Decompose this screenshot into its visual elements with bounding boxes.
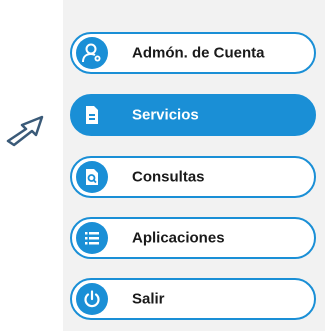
menu-item-applications[interactable]: Aplicaciones xyxy=(70,217,316,259)
menu-item-label: Salir xyxy=(132,290,165,308)
search-icon xyxy=(76,161,108,193)
menu-item-queries[interactable]: Consultas xyxy=(70,156,316,198)
menu-item-label: Servicios xyxy=(132,106,199,124)
document-icon xyxy=(76,99,108,131)
menu-item-label: Consultas xyxy=(132,168,205,186)
account-admin-icon xyxy=(76,37,108,69)
menu-item-label: Admón. de Cuenta xyxy=(132,44,265,62)
menu-item-logout[interactable]: Salir xyxy=(70,278,316,320)
power-icon xyxy=(76,283,108,315)
menu-item-label: Aplicaciones xyxy=(132,229,225,247)
list-icon xyxy=(76,222,108,254)
arrow-pointer-icon xyxy=(6,115,44,147)
menu-item-account-admin[interactable]: Admón. de Cuenta xyxy=(70,32,316,74)
menu-item-services[interactable]: Servicios xyxy=(70,94,316,136)
